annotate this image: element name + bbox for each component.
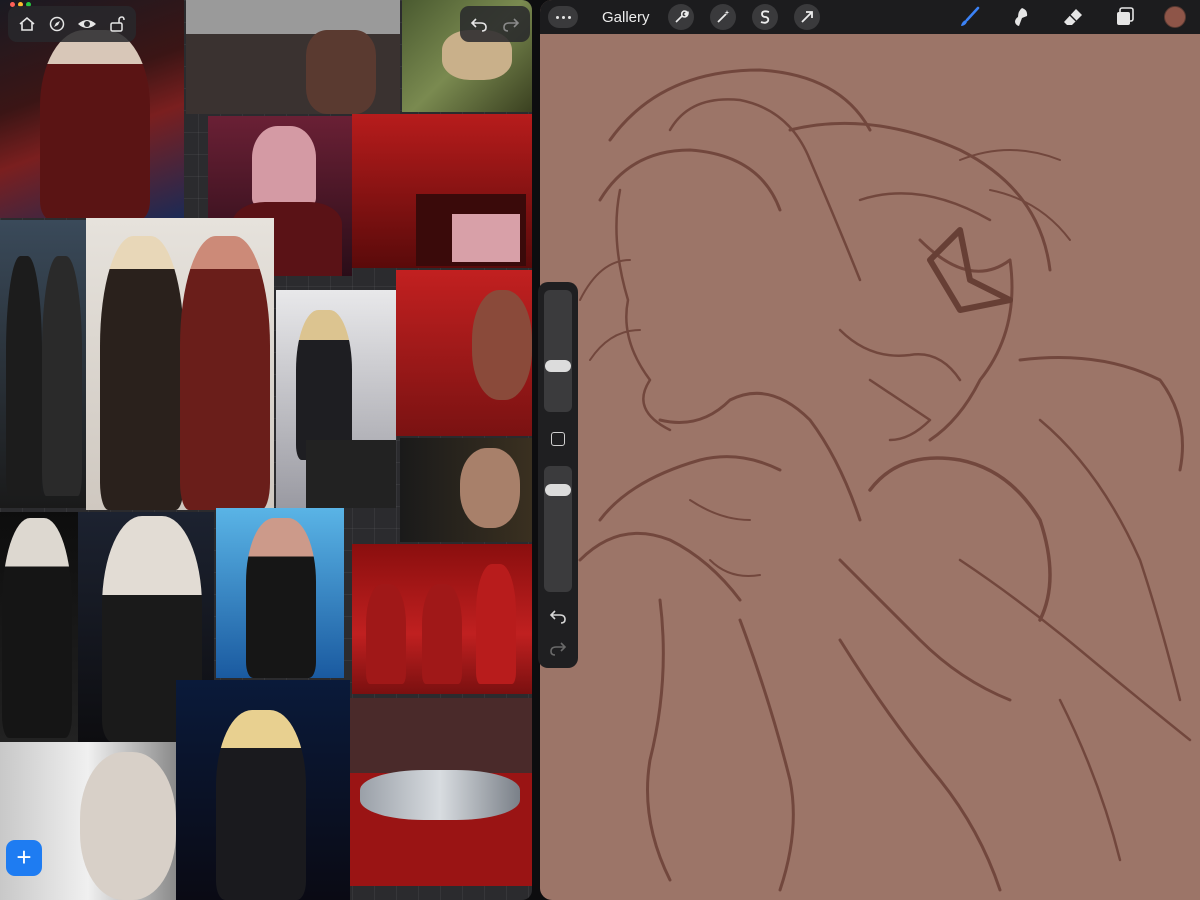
selection-s-icon[interactable] xyxy=(751,4,778,30)
ref-photo[interactable] xyxy=(186,0,400,114)
board-history xyxy=(460,6,530,42)
top-toolbar: Gallery xyxy=(540,0,1200,34)
undo-icon[interactable] xyxy=(548,608,568,626)
screen: + Gallery xyxy=(0,0,1200,900)
eraser-icon[interactable] xyxy=(1060,4,1086,30)
drawing-app: Gallery xyxy=(540,0,1200,900)
home-icon[interactable] xyxy=(14,11,40,37)
brush-icon[interactable] xyxy=(956,4,982,30)
wrench-icon[interactable] xyxy=(667,4,694,30)
redo-icon[interactable] xyxy=(548,640,568,658)
ref-photo[interactable] xyxy=(400,438,532,542)
modify-button[interactable] xyxy=(551,432,565,446)
ref-photo[interactable] xyxy=(0,220,86,508)
color-swatch[interactable] xyxy=(1164,6,1186,28)
compass-icon[interactable] xyxy=(44,11,70,37)
brush-size-slider[interactable] xyxy=(544,290,572,412)
brush-sidebar xyxy=(538,282,578,668)
layers-icon[interactable] xyxy=(1112,4,1138,30)
ref-photo[interactable] xyxy=(0,512,78,742)
ref-photo[interactable] xyxy=(86,218,274,510)
opacity-thumb[interactable] xyxy=(545,484,571,496)
ref-photo[interactable] xyxy=(352,114,532,268)
ref-photo[interactable] xyxy=(176,680,350,900)
magic-wand-icon[interactable] xyxy=(709,4,736,30)
cursor-arrow-icon[interactable] xyxy=(793,4,820,30)
gallery-button[interactable]: Gallery xyxy=(602,9,650,26)
ref-photo[interactable] xyxy=(352,544,532,694)
brush-size-thumb[interactable] xyxy=(545,360,571,372)
drawing-canvas[interactable] xyxy=(540,0,1200,900)
reference-board[interactable]: + xyxy=(0,0,532,900)
ref-photo[interactable] xyxy=(396,270,532,436)
undo-icon[interactable] xyxy=(466,11,492,37)
ref-photo[interactable] xyxy=(0,742,176,900)
board-toolbar xyxy=(8,6,136,42)
unlock-icon[interactable] xyxy=(104,11,130,37)
redo-icon[interactable] xyxy=(498,11,524,37)
ref-photo[interactable] xyxy=(216,508,344,678)
opacity-slider[interactable] xyxy=(544,466,572,592)
right-tools xyxy=(956,4,1186,30)
ref-photo[interactable] xyxy=(276,290,396,508)
smudge-icon[interactable] xyxy=(1008,4,1034,30)
ref-photo[interactable] xyxy=(350,698,532,886)
add-button[interactable]: + xyxy=(6,840,42,876)
eye-icon[interactable] xyxy=(74,11,100,37)
more-menu-button[interactable] xyxy=(548,6,578,28)
